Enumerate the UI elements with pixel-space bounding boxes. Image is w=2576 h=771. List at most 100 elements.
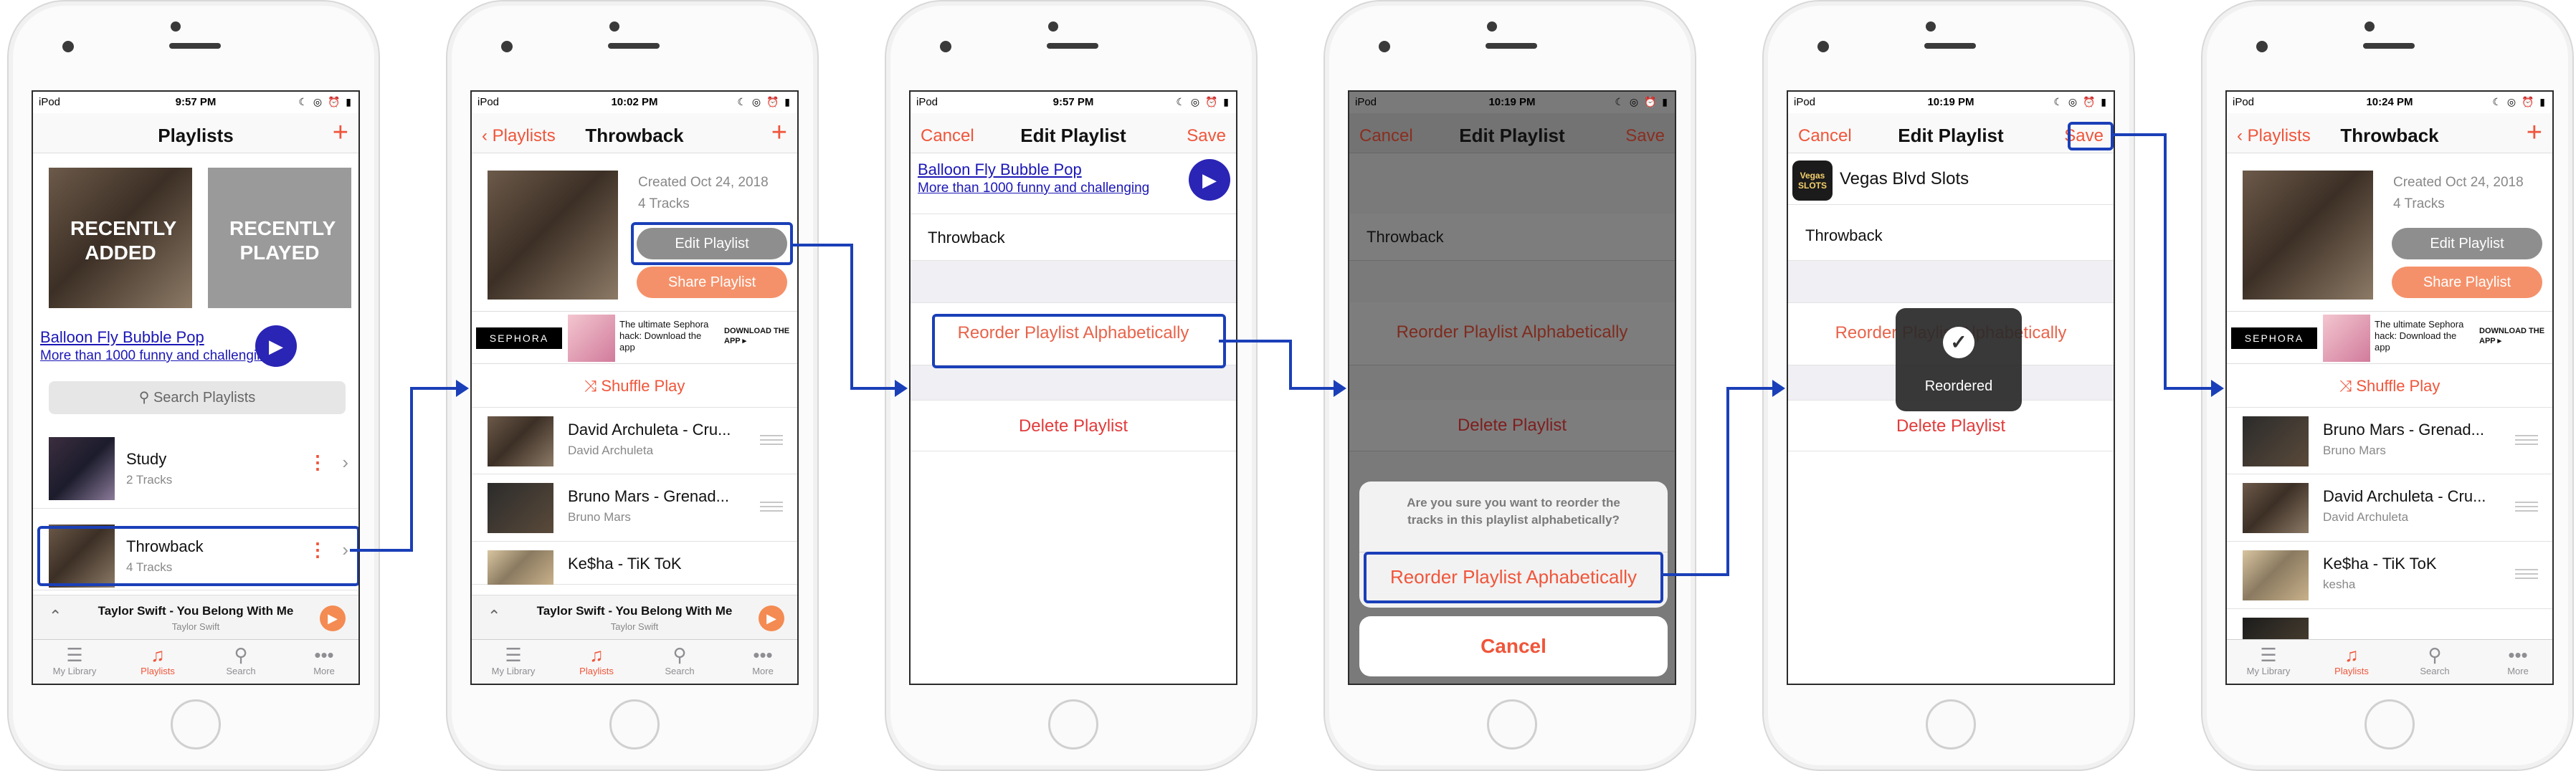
search-bar[interactable]: ⚲ Search Playlists: [49, 381, 346, 414]
highlight-throwback-row: [37, 526, 358, 586]
camera: [1048, 21, 1058, 32]
ad-banner[interactable]: SEPHORA The ultimate Sephora hack: Downl…: [2227, 311, 2552, 364]
reorder-handle-icon[interactable]: [760, 502, 783, 512]
add-track-button[interactable]: +: [2527, 119, 2542, 146]
share-playlist-button[interactable]: Share Playlist: [2392, 267, 2542, 298]
page-title: Throwback: [2340, 125, 2439, 146]
status-icons: ☾ ◎ ⏰ ▮: [2492, 96, 2547, 107]
tab-playlists[interactable]: ♫ Playlists: [2316, 644, 2387, 676]
share-playlist-button[interactable]: Share Playlist: [637, 267, 787, 298]
tab-playlists[interactable]: ♫ Playlists: [561, 644, 632, 676]
play-icon[interactable]: ▶: [759, 605, 784, 631]
track-row[interactable]: David Archuleta - Cru... David Archuleta: [2227, 474, 2552, 542]
tab-search[interactable]: ⚲ Search: [2399, 644, 2471, 676]
highlight-save: [2068, 122, 2114, 150]
recently-played-tile[interactable]: RECENTLY PLAYED: [208, 168, 351, 308]
ad-play-icon[interactable]: ▶: [1189, 159, 1230, 201]
ad-cta[interactable]: DOWNLOAD THE APP ▸: [2479, 326, 2548, 346]
ad-subtitle[interactable]: More than 1000 funny and challenging: [40, 348, 272, 364]
track-row[interactable]: David Archuleta - Cru... David Archuleta: [472, 407, 797, 474]
track-row[interactable]: Ke$ha - TiK ToK kesha: [2227, 542, 2552, 609]
flow-arrow: [1219, 340, 1291, 343]
ad-title[interactable]: Balloon Fly Bubble Pop: [40, 328, 204, 347]
recently-added-tile[interactable]: RECENTLY ADDED: [49, 168, 192, 308]
tab-my-library[interactable]: ☰ My Library: [477, 644, 549, 676]
home-button[interactable]: [1048, 699, 1098, 750]
playlist-name-value: Throwback: [928, 229, 1005, 246]
ad-cta[interactable]: DOWNLOAD THE APP ▸: [724, 326, 793, 346]
delete-row: Delete Playlist: [1349, 400, 1675, 451]
playlist-name-field[interactable]: Throwback: [1788, 206, 2114, 261]
screen-reordered: iPod 10:19 PM ☾ ◎ ⏰ ▮ Cancel Edit Playli…: [1787, 90, 2115, 685]
ad-title[interactable]: Balloon Fly Bubble Pop: [918, 161, 1082, 179]
library-icon: ☰: [66, 644, 83, 666]
flow-arrow: [1726, 387, 1774, 390]
home-button[interactable]: [1487, 699, 1537, 750]
ad-image: [2323, 315, 2370, 362]
highlight-sheet-reorder: [1364, 552, 1663, 603]
flow-arrow: [2164, 387, 2213, 390]
delete-row[interactable]: Delete Playlist: [911, 400, 1236, 451]
reorder-handle-icon[interactable]: [2515, 569, 2538, 579]
created-date: Created Oct 24, 2018: [638, 175, 769, 190]
home-button[interactable]: [609, 699, 660, 750]
save-button[interactable]: Save: [1625, 126, 1665, 146]
reorder-row: Reorder Playlist Alphabetically: [1349, 302, 1675, 365]
mini-player[interactable]: ⌃ Taylor Swift - You Belong With Me Tayl…: [33, 595, 358, 639]
ad-play-icon[interactable]: ▶: [255, 325, 297, 367]
ad-banner[interactable]: Vegas SLOTS Vegas Blvd Slots: [1788, 155, 2114, 205]
home-button[interactable]: [171, 699, 221, 750]
ad-banner[interactable]: Balloon Fly Bubble Pop More than 1000 fu…: [911, 156, 1236, 206]
vegas-slots-logo: Vegas SLOTS: [1792, 161, 1833, 201]
phone-1: iPod 9:57 PM ☾ ◎ ⏰ ▮ Playlists + RECENTL…: [7, 0, 380, 771]
tab-playlists[interactable]: ♫ Playlists: [122, 644, 194, 676]
playlist-name-field[interactable]: Throwback: [911, 214, 1236, 261]
more-options-icon[interactable]: ⋮: [308, 451, 327, 474]
tab-my-library[interactable]: ☰ My Library: [39, 644, 110, 676]
nav-bar: ‹ Playlists Throwback +: [472, 113, 797, 153]
flow-arrow: [1289, 387, 1335, 390]
track-row[interactable]: Bruno Mars - Grenad... Bruno Mars: [472, 474, 797, 542]
delete-playlist-button[interactable]: Delete Playlist: [1788, 416, 2114, 436]
tab-more[interactable]: ••• More: [727, 644, 797, 676]
tab-more[interactable]: ••• More: [2482, 644, 2552, 676]
track-row[interactable]: Bruno Mars - Grenad... Bruno Mars: [2227, 407, 2552, 474]
playlist-name-field: Throwback: [1349, 214, 1675, 261]
track-title: David Archuleta - Cru...: [2323, 487, 2486, 505]
add-playlist-button[interactable]: +: [333, 119, 348, 146]
reorder-handle-icon[interactable]: [760, 435, 783, 445]
tab-bar: ☰ My Library ♫ Playlists ⚲ Search ••• More: [472, 639, 797, 684]
add-track-button[interactable]: +: [771, 119, 787, 146]
playlist-row[interactable]: Study 2 Tracks ⋮ ›: [33, 428, 358, 509]
mini-player[interactable]: ⌃ Taylor Swift - You Belong With Me Tayl…: [472, 595, 797, 639]
tab-my-library[interactable]: ☰ My Library: [2233, 644, 2304, 676]
tab-more[interactable]: ••• More: [288, 644, 358, 676]
shuffle-play-button[interactable]: ⤨ Shuffle Play: [2227, 377, 2552, 396]
track-artwork: [2243, 483, 2309, 533]
recently-added-label: RECENTLY ADDED: [70, 217, 177, 264]
save-button[interactable]: Save: [1187, 126, 1226, 146]
reorder-handle-icon[interactable]: [2515, 435, 2538, 445]
phone-5: iPod 10:19 PM ☾ ◎ ⏰ ▮ Cancel Edit Playli…: [1762, 0, 2135, 771]
reorder-handle-icon[interactable]: [2515, 502, 2538, 512]
tab-search[interactable]: ⚲ Search: [205, 644, 277, 676]
tab-search[interactable]: ⚲ Search: [644, 644, 716, 676]
home-button[interactable]: [2364, 699, 2415, 750]
ad-subtitle[interactable]: More than 1000 funny and challenging: [918, 181, 1149, 196]
sheet-cancel-button[interactable]: Cancel: [1359, 616, 1668, 676]
delete-playlist-button[interactable]: Delete Playlist: [911, 416, 1236, 436]
search-input[interactable]: Search Playlists: [153, 390, 255, 406]
home-button[interactable]: [1926, 699, 1976, 750]
ad-brand: SEPHORA: [476, 327, 562, 349]
track-row[interactable]: Ke$ha - TiK ToK: [472, 542, 797, 585]
flow-arrow: [410, 387, 457, 390]
play-icon[interactable]: ▶: [320, 605, 346, 631]
ad-banner[interactable]: SEPHORA The ultimate Sephora hack: Downl…: [472, 311, 797, 364]
edit-playlist-button[interactable]: Edit Playlist: [2392, 228, 2542, 259]
screen-throwback-sorted: iPod 10:24 PM ☾ ◎ ⏰ ▮ ‹ Playlists Throwb…: [2225, 90, 2554, 685]
camera: [1926, 21, 1936, 32]
shuffle-play-button[interactable]: ⤨ Shuffle Play: [472, 377, 797, 396]
ad-title[interactable]: Vegas Blvd Slots: [1840, 169, 1969, 189]
ad-banner[interactable]: Balloon Fly Bubble Pop More than 1000 fu…: [33, 320, 358, 371]
screen-throwback: iPod 10:02 PM ☾ ◎ ⏰ ▮ ‹ Playlists Throwb…: [470, 90, 799, 685]
